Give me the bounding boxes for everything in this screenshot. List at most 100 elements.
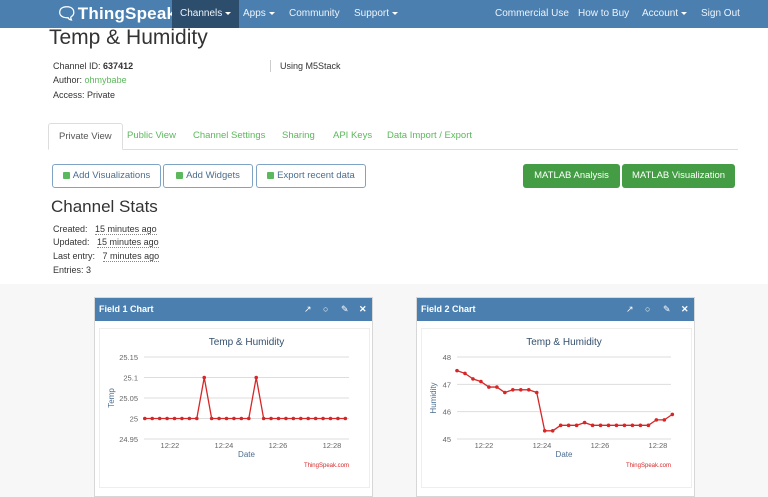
- data-point: [180, 416, 184, 421]
- y-tick-label: 25.1: [123, 374, 138, 383]
- x-axis-label: Date: [238, 450, 255, 459]
- y-tick-label: 24.95: [119, 435, 138, 444]
- x-tick-label: 12:22: [161, 441, 180, 450]
- channel-id: Channel ID: 637412: [53, 61, 134, 71]
- chart-credit: ThingSpeak.com: [304, 463, 349, 469]
- data-point: [313, 416, 318, 421]
- tab-public-view[interactable]: Public View: [117, 123, 186, 150]
- data-point: [306, 416, 311, 421]
- caret-down-icon: [392, 11, 399, 15]
- caret-down-icon: [681, 11, 688, 15]
- data-point: [209, 416, 214, 421]
- author-link[interactable]: ohmybabe: [85, 75, 127, 85]
- data-point: [582, 420, 587, 425]
- field-2-chart-panel: Field 2 Chart ↗ ○ ✎ ✕ Temp & Humidity 45 4…: [416, 297, 695, 497]
- data-point: [646, 423, 651, 428]
- pencil-icon[interactable]: ✎: [663, 298, 671, 321]
- comment-icon[interactable]: ○: [323, 298, 328, 321]
- chat-bubble-icon: 🗨︎: [56, 4, 78, 23]
- data-point: [291, 416, 296, 421]
- y-tick-label: 48: [443, 353, 451, 362]
- nav-support[interactable]: Support: [346, 0, 406, 28]
- pencil-icon[interactable]: ✎: [341, 298, 349, 321]
- export-recent-data-button[interactable]: Export recent data: [256, 164, 366, 188]
- data-point: [574, 423, 579, 428]
- chart-credit: ThingSpeak.com: [626, 463, 671, 469]
- data-point: [614, 423, 619, 428]
- nav-community[interactable]: Community: [281, 0, 348, 28]
- x-tick-label: 12:24: [215, 441, 234, 450]
- y-tick-label: 47: [443, 380, 451, 389]
- channel-description: Using M5Stack: [280, 61, 341, 71]
- x-tick-label: 12:28: [323, 441, 342, 450]
- data-point: [550, 429, 555, 433]
- external-link-icon[interactable]: ↗: [626, 298, 634, 321]
- data-point: [328, 416, 333, 421]
- y-tick-label: 25.05: [119, 394, 138, 403]
- data-point: [542, 429, 547, 433]
- thingspeak-logo[interactable]: 🗨︎ThingSpeak™: [56, 4, 183, 24]
- add-widgets-button[interactable]: Add Widgets: [163, 164, 253, 188]
- nav-apps[interactable]: Apps: [235, 0, 283, 28]
- field-2-chart: Temp & Humidity 45 46 47 48 12:22 12:24 12:26 12…: [429, 337, 675, 469]
- matlab-analysis-button[interactable]: MATLAB Analysis: [523, 164, 620, 188]
- tab-api-keys[interactable]: API Keys: [323, 123, 382, 150]
- stat-last-entry: Last entry: 7 minutes ago: [53, 251, 160, 262]
- data-point: [232, 416, 236, 421]
- nav-sign-out[interactable]: Sign Out: [693, 0, 748, 28]
- data-point: [495, 385, 499, 389]
- channel-stats-heading: Channel Stats: [51, 197, 158, 216]
- data-point: [246, 416, 251, 421]
- tab-private-view[interactable]: Private View: [48, 123, 123, 150]
- matlab-visualization-button[interactable]: MATLAB Visualization: [622, 164, 735, 188]
- data-point: [254, 375, 259, 380]
- channel-access: Access: Private: [53, 90, 116, 100]
- data-point: [143, 416, 147, 421]
- tab-sharing[interactable]: Sharing: [272, 123, 325, 150]
- nav-how-to-buy[interactable]: How to Buy: [570, 0, 637, 28]
- close-icon[interactable]: ✕: [359, 298, 367, 321]
- x-tick-label: 12:26: [591, 441, 610, 450]
- x-tick-label: 12:22: [475, 441, 494, 450]
- data-point: [298, 416, 303, 421]
- stat-created: Created: 15 minutes ago: [53, 224, 157, 235]
- external-link-icon[interactable]: ↗: [304, 298, 312, 321]
- data-point: [638, 423, 643, 428]
- data-point: [654, 418, 659, 422]
- data-point: [606, 423, 611, 428]
- nav-commercial-use[interactable]: Commercial Use: [487, 0, 577, 28]
- field-1-chart: Temp & Humidity 24.95 25 25.05 25.1 25.15 12:2…: [107, 337, 349, 469]
- chart-title: Temp & Humidity: [209, 337, 285, 348]
- data-point: [662, 418, 667, 422]
- nav-channels[interactable]: Channels: [172, 0, 240, 28]
- close-icon[interactable]: ✕: [681, 298, 689, 321]
- export-icon: [267, 171, 275, 179]
- x-tick-label: 12:24: [533, 441, 552, 450]
- y-tick-label: 45: [443, 435, 451, 444]
- data-point: [526, 388, 531, 392]
- data-point: [336, 416, 340, 421]
- data-point: [622, 423, 627, 428]
- data-point: [463, 371, 467, 376]
- x-tick-label: 12:28: [649, 441, 668, 450]
- data-point: [224, 416, 229, 421]
- data-point: [172, 416, 177, 421]
- data-point: [630, 423, 635, 428]
- x-axis-label: Date: [556, 450, 573, 459]
- nav-label: Account: [642, 8, 679, 19]
- data-point: [276, 416, 281, 421]
- data-point: [590, 423, 595, 428]
- data-point: [269, 416, 273, 421]
- tab-channel-settings[interactable]: Channel Settings: [183, 123, 275, 150]
- tab-data-import-export[interactable]: Data Import / Export: [377, 123, 482, 150]
- panel-header: Field 1 Chart ↗ ○ ✎ ✕: [95, 298, 372, 321]
- data-point: [187, 416, 192, 421]
- data-point: [518, 388, 523, 392]
- comment-icon[interactable]: ○: [645, 298, 650, 321]
- nav-account[interactable]: Account: [634, 0, 695, 28]
- data-point: [321, 416, 325, 421]
- channel-author: Author: ohmybabe: [53, 75, 127, 85]
- add-visualizations-button[interactable]: Add Visualizations: [52, 164, 161, 188]
- y-axis-label: Temp: [107, 388, 116, 408]
- caret-down-icon: [268, 11, 275, 15]
